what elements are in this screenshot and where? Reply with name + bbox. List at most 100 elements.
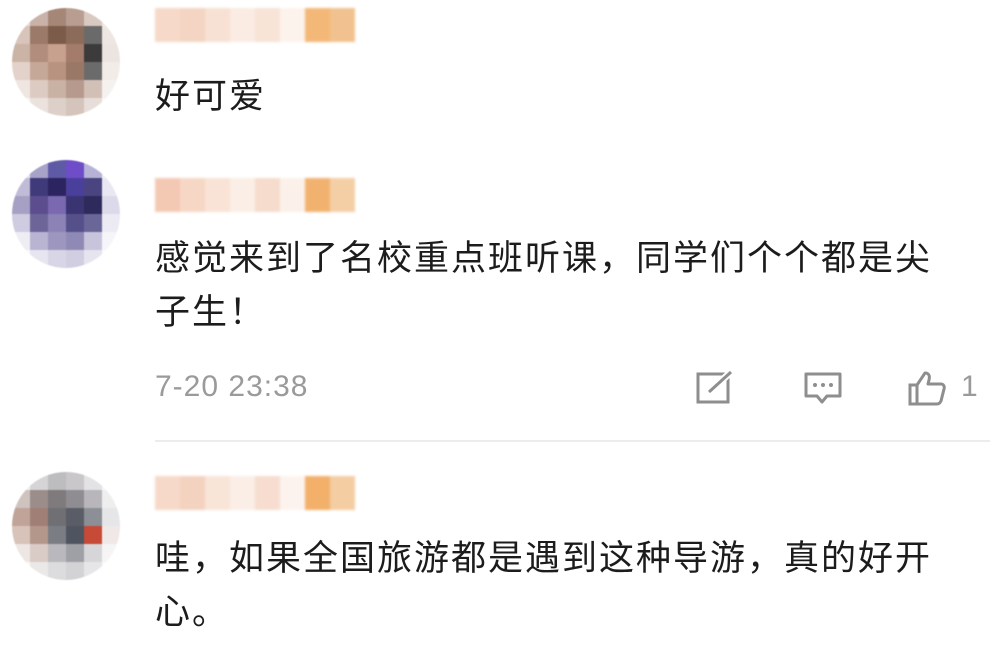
avatar-pixel	[102, 98, 120, 116]
comment-text: 好可爱	[155, 77, 267, 117]
avatar-pixel	[66, 196, 84, 214]
avatar-pixel	[48, 250, 66, 268]
avatar-pixel	[102, 178, 120, 196]
avatar-pixel	[30, 62, 48, 80]
avatar-pixel	[84, 26, 102, 44]
avatar[interactable]	[12, 472, 120, 580]
avatar-pixel	[30, 26, 48, 44]
avatar-pixel	[102, 160, 120, 178]
avatar-pixel	[30, 232, 48, 250]
avatar-pixel	[84, 160, 102, 178]
avatar-pixel	[12, 508, 30, 526]
avatar-pixel	[30, 196, 48, 214]
comment-text: 哇，如果全国旅游都是遇到这种导游，真的好开心。	[155, 539, 933, 633]
avatar-pixel	[102, 214, 120, 232]
avatar-pixel	[102, 526, 120, 544]
avatar-pixel	[12, 62, 30, 80]
avatar-pixel	[66, 44, 84, 62]
avatar-pixel	[12, 214, 30, 232]
avatar-pixel	[66, 98, 84, 116]
avatar-pixel	[84, 214, 102, 232]
avatar-pixel	[102, 250, 120, 268]
like-icon[interactable]	[907, 370, 947, 406]
avatar-pixel	[48, 178, 66, 196]
avatar-pixel	[48, 526, 66, 544]
avatar-pixel	[12, 8, 30, 26]
edit-icon[interactable]	[695, 370, 735, 406]
avatar-pixel	[48, 472, 66, 490]
avatar-pixel	[84, 8, 102, 26]
avatar-pixel	[30, 214, 48, 232]
avatar-pixel	[66, 62, 84, 80]
avatar-pixel	[12, 526, 30, 544]
avatar-pixel	[30, 160, 48, 178]
avatar-pixel	[48, 98, 66, 116]
username-blurred[interactable]	[155, 476, 355, 510]
avatar-pixel	[48, 44, 66, 62]
avatar-pixel	[66, 214, 84, 232]
avatar-pixel	[12, 98, 30, 116]
avatar-pixel	[48, 8, 66, 26]
avatar-pixel	[102, 508, 120, 526]
avatar-pixel	[12, 160, 30, 178]
avatar-pixel	[48, 508, 66, 526]
avatar-pixel	[12, 80, 30, 98]
avatar-pixel	[66, 562, 84, 580]
avatar-pixel	[48, 196, 66, 214]
avatar-pixel	[48, 490, 66, 508]
avatar-pixel	[102, 8, 120, 26]
avatar-pixel	[30, 250, 48, 268]
avatar-pixel	[48, 214, 66, 232]
avatar-pixel	[84, 490, 102, 508]
avatar-pixel	[84, 62, 102, 80]
avatar-pixel	[30, 8, 48, 26]
avatar-pixel	[12, 472, 30, 490]
avatar-pixel	[66, 8, 84, 26]
avatar-pixel	[66, 232, 84, 250]
avatar-pixel	[48, 80, 66, 98]
avatar-pixel	[30, 472, 48, 490]
avatar[interactable]	[12, 8, 120, 116]
avatar-pixel	[12, 562, 30, 580]
avatar-pixel	[66, 490, 84, 508]
avatar-pixel	[30, 544, 48, 562]
divider	[155, 440, 990, 442]
avatar-pixel	[30, 98, 48, 116]
avatar-pixel	[102, 26, 120, 44]
avatar-pixel	[30, 178, 48, 196]
avatar-pixel	[102, 80, 120, 98]
avatar-pixel	[30, 562, 48, 580]
avatar-pixel	[84, 250, 102, 268]
avatar-pixel	[102, 490, 120, 508]
username-blurred[interactable]	[155, 8, 355, 42]
avatar-pixel	[12, 232, 30, 250]
avatar-pixel	[30, 526, 48, 544]
avatar-pixel	[102, 196, 120, 214]
avatar-pixel	[102, 44, 120, 62]
avatar-pixel	[30, 490, 48, 508]
avatar-pixel	[66, 178, 84, 196]
avatar-pixel	[102, 472, 120, 490]
comment-meta: 7-20 23:38 1	[155, 370, 978, 410]
avatar-pixel	[84, 44, 102, 62]
avatar-pixel	[84, 80, 102, 98]
avatar-pixel	[66, 526, 84, 544]
avatar-pixel	[66, 160, 84, 178]
comment-icon[interactable]	[803, 370, 843, 406]
avatar-pixel	[84, 98, 102, 116]
avatar-pixel	[84, 508, 102, 526]
avatar-pixel	[84, 472, 102, 490]
avatar-pixel	[12, 26, 30, 44]
avatar-pixel	[48, 26, 66, 44]
avatar-pixel	[102, 562, 120, 580]
avatar-pixel	[66, 544, 84, 562]
avatar-pixel	[66, 80, 84, 98]
username-blurred[interactable]	[155, 178, 355, 212]
avatar-pixel	[48, 160, 66, 178]
avatar-pixel	[102, 62, 120, 80]
avatar-pixel	[12, 250, 30, 268]
avatar-pixel	[102, 232, 120, 250]
timestamp: 7-20 23:38	[155, 370, 309, 403]
avatar-pixel	[48, 232, 66, 250]
avatar[interactable]	[12, 160, 120, 268]
